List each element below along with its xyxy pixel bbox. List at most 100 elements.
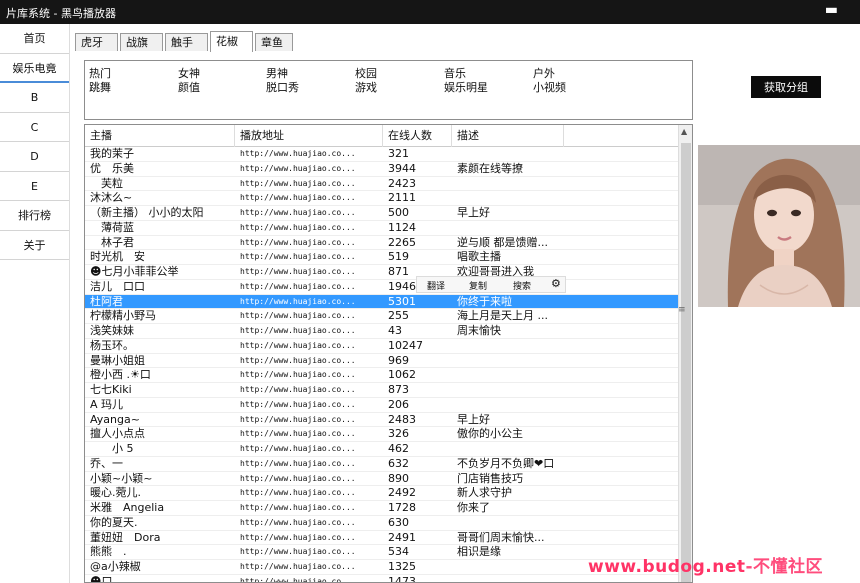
category-link[interactable]: 小视频	[533, 79, 566, 95]
table-cell: 630	[388, 515, 409, 529]
popup-action-button[interactable]: 翻译	[427, 279, 445, 292]
table-cell: http://www.huajiao.co...	[240, 163, 356, 173]
table-cell: 969	[388, 353, 409, 367]
category-link[interactable]: 跳舞	[89, 79, 111, 95]
table-row[interactable]: 时光机 安 http://www.huajiao.co... 519 唱歌主播	[85, 250, 678, 265]
category-link[interactable]: 脱口秀	[266, 79, 299, 95]
platform-tab[interactable]: 虎牙	[75, 33, 118, 51]
table-row[interactable]: 你的夏天. http://www.huajiao.co... 630	[85, 516, 678, 531]
table-row[interactable]: 林子君 http://www.huajiao.co... 2265 逆与顺 都是馈赠.…	[85, 236, 678, 251]
splitter-handle-icon[interactable]: ≡	[678, 305, 686, 315]
table-cell: 相识是缘	[457, 545, 501, 559]
table-cell: http://www.huajiao.co...	[240, 385, 356, 394]
table-cell: http://www.huajiao.co...	[240, 576, 356, 583]
column-header[interactable]: 在线人数	[383, 125, 452, 147]
fetch-group-button[interactable]: 获取分组	[751, 76, 821, 98]
column-header[interactable]: 主播	[85, 125, 235, 147]
table-row[interactable]: 杜阿君 http://www.huajiao.co... 5301 你终于来啦	[85, 294, 678, 310]
table-row[interactable]: 芙粒 http://www.huajiao.co... 2423	[85, 177, 678, 192]
table-cell: http://www.huajiao.co...	[240, 149, 356, 158]
gear-icon[interactable]: ⚙	[551, 277, 561, 290]
table-row[interactable]: A 玛儿 http://www.huajiao.co... 206	[85, 398, 678, 413]
table-row[interactable]: 小颖~小颖~ http://www.huajiao.co... 890 门店销售技巧	[85, 472, 678, 487]
table-cell: http://www.huajiao.co...	[240, 370, 356, 380]
category-link[interactable]: 颜值	[178, 79, 200, 95]
table-row[interactable]: ☻七月小菲菲公举 http://www.huajiao.co... 871 欢迎哥哥进…	[85, 265, 678, 280]
table-row[interactable]: 米雅 Angelia http://www.huajiao.co... 1728 你来…	[85, 501, 678, 516]
popup-action-button[interactable]: 搜索	[513, 279, 531, 292]
table-cell: http://www.huajiao.co...	[240, 355, 356, 365]
table-cell: 326	[388, 427, 409, 441]
table-cell: 2483	[388, 412, 416, 426]
table-row[interactable]: 曼琳小姐姐 http://www.huajiao.co... 969	[85, 354, 678, 369]
platform-tab[interactable]: 触手	[165, 33, 208, 51]
category-link[interactable]: 游戏	[355, 79, 377, 95]
table-cell: http://www.huajiao.co...	[240, 503, 356, 512]
popup-action-button[interactable]: 复制	[469, 279, 487, 292]
table-cell: 早上好	[457, 412, 490, 426]
table-cell: 2423	[388, 176, 416, 190]
sidebar-item[interactable]: 排行榜	[0, 201, 69, 231]
table-cell: 逆与顺 都是馈赠...	[457, 235, 548, 249]
table-row[interactable]: 沐沐么~ http://www.huajiao.co... 2111	[85, 191, 678, 206]
table-vertical-scrollbar[interactable]: ▲	[678, 125, 692, 582]
minimize-icon[interactable]: ▬	[825, 2, 838, 18]
scrollbar-thumb[interactable]	[681, 143, 691, 582]
table-cell: 206	[388, 397, 409, 411]
table-row[interactable]: 浅笑妹妹 http://www.huajiao.co... 43 周末愉快	[85, 324, 678, 339]
platform-tab[interactable]: 花椒	[210, 31, 253, 52]
platform-tab[interactable]: 战旗	[120, 33, 163, 51]
table-cell: 1473	[388, 574, 416, 583]
column-header[interactable]: 播放地址	[235, 125, 383, 147]
table-cell: 10247	[388, 338, 423, 352]
category-link[interactable]: 娱乐明星	[444, 79, 488, 95]
table-cell: 你来了	[457, 501, 490, 514]
table-row[interactable]: 擅人小点点 http://www.huajiao.co... 326 傲你的小公主	[85, 427, 678, 442]
table-cell: 321	[388, 147, 409, 160]
table-row[interactable]: 优 乐美 http://www.huajiao.co... 3944 素颜在线等撩	[85, 162, 678, 177]
table-cell: 柠檬精小野马	[90, 309, 156, 323]
table-row[interactable]: （新主播） 小小的太阳 http://www.huajiao.co... 500 早上…	[85, 206, 678, 221]
table-cell: 橙小西 .☀口	[90, 368, 151, 382]
platform-tab[interactable]: 章鱼	[255, 33, 293, 51]
table-row[interactable]: 暖心.菀儿. http://www.huajiao.co... 2492 新人求守护	[85, 486, 678, 501]
table-cell: 杨玉环。	[90, 338, 134, 352]
table-row[interactable]: Ayanga~ http://www.huajiao.co... 2483 早上好	[85, 413, 678, 428]
sidebar-item[interactable]: E	[0, 172, 69, 201]
table-row[interactable]: 董妞妞 Dora http://www.huajiao.co... 2491 哥哥们周…	[85, 531, 678, 546]
table-row[interactable]: 杨玉环。 http://www.huajiao.co... 10247	[85, 339, 678, 354]
chevron-up-icon[interactable]: ▲	[681, 127, 687, 136]
table-cell: http://www.huajiao.co...	[240, 311, 356, 321]
sidebar-item[interactable]: 娱乐电竟	[0, 54, 69, 83]
table-cell: http://www.huajiao.co...	[240, 473, 356, 483]
table-cell: 519	[388, 250, 409, 264]
table-cell: 3944	[388, 161, 416, 175]
table-row[interactable]: 橙小西 .☀口 http://www.huajiao.co... 1062	[85, 368, 678, 383]
table-cell: 小 5	[90, 442, 134, 455]
table-row[interactable]: 乔、一 http://www.huajiao.co... 632 不负岁月不负卿❤口	[85, 457, 678, 472]
table-cell: （新主播） 小小的太阳	[90, 206, 204, 219]
table-cell: 632	[388, 456, 409, 470]
sidebar-item[interactable]: B	[0, 83, 69, 113]
column-header[interactable]: 描述	[452, 125, 564, 147]
table-row[interactable]: 小 5 http://www.huajiao.co... 462	[85, 442, 678, 457]
table-cell: 曼琳小姐姐	[90, 353, 145, 367]
table-cell: 2491	[388, 530, 416, 544]
sidebar-item[interactable]: 首页	[0, 24, 69, 54]
table-cell: 1124	[388, 220, 416, 234]
table-row[interactable]: 我的茉子 http://www.huajiao.co... 321	[85, 147, 678, 162]
table-row[interactable]: 薄荷蓝 http://www.huajiao.co... 1124	[85, 221, 678, 236]
sidebar-item[interactable]: 关于	[0, 231, 69, 260]
table-row[interactable]: 洁儿 口口 http://www.huajiao.co... 19467	[85, 280, 678, 295]
sidebar-item[interactable]: C	[0, 113, 69, 142]
streamer-table: 主播 播放地址 在线人数 描述 我的茉子 http://www.huajiao.co..…	[84, 124, 693, 583]
table-cell: 门店销售技巧	[457, 471, 523, 485]
table-row[interactable]: 七七Kiki http://www.huajiao.co... 873	[85, 383, 678, 398]
table-cell: A 玛儿	[90, 397, 124, 411]
table-cell: 500	[388, 206, 409, 219]
sidebar-item[interactable]: D	[0, 142, 69, 172]
table-cell: 杜阿君	[90, 294, 123, 308]
table-cell: 1325	[388, 560, 416, 573]
text-selection-popup: 翻译 复制 搜索 ⚙	[416, 276, 566, 293]
table-row[interactable]: 柠檬精小野马 http://www.huajiao.co... 255 海上月是天上月…	[85, 309, 678, 324]
